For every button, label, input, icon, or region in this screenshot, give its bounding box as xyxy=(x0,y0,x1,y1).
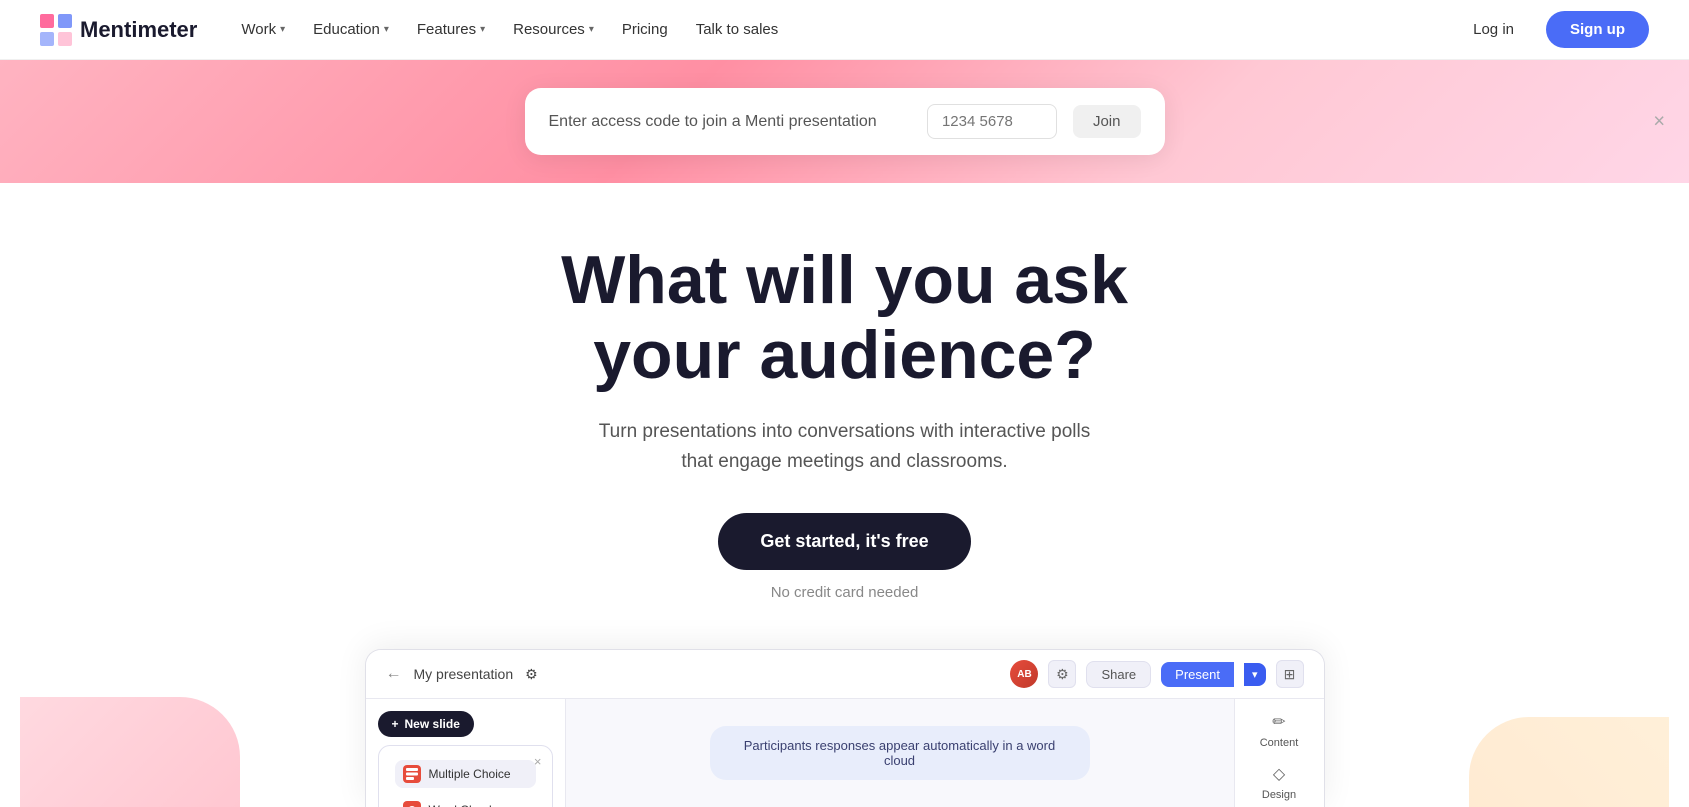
join-banner: Enter access code to join a Menti presen… xyxy=(0,60,1689,183)
nav-label-work: Work xyxy=(241,21,276,38)
mock-ui-screenshot: ← My presentation ⚙ AB ⚙ Share Present ▾… xyxy=(365,649,1325,807)
pencil-icon: ✏ xyxy=(1268,711,1290,733)
mock-fullscreen-icon-btn[interactable]: ⊞ xyxy=(1276,660,1304,688)
navbar: Mentimeter Work ▾ Education ▾ Features ▾… xyxy=(0,0,1689,60)
slide-type-multiple-choice[interactable]: Multiple Choice xyxy=(395,760,536,788)
mock-content-area: + New slide × Multiple Choice xyxy=(366,699,1324,807)
mock-topbar-left: ← My presentation ⚙ xyxy=(386,665,538,683)
mock-main-canvas: Participants responses appear automatica… xyxy=(566,699,1234,807)
hero-bottom: ← My presentation ⚙ AB ⚙ Share Present ▾… xyxy=(20,649,1669,807)
mock-topbar: ← My presentation ⚙ AB ⚙ Share Present ▾… xyxy=(366,650,1324,699)
word-cloud-icon xyxy=(403,801,421,807)
join-banner-box: Enter access code to join a Menti presen… xyxy=(525,88,1165,155)
nav-item-pricing[interactable]: Pricing xyxy=(610,13,680,46)
logo-icon xyxy=(40,14,72,46)
decorative-blob-left xyxy=(20,697,240,807)
close-banner-button[interactable]: × xyxy=(1653,110,1665,133)
new-slide-button[interactable]: + New slide xyxy=(378,711,474,737)
mock-right-panel: ✏ Content ◇ Design xyxy=(1234,699,1324,807)
mock-present-chevron-button[interactable]: ▾ xyxy=(1244,663,1266,686)
mock-share-button[interactable]: Share xyxy=(1086,661,1151,688)
hero-title: What will you ask your audience? xyxy=(495,243,1195,393)
mock-user-avatar: AB xyxy=(1010,660,1038,688)
nav-label-talk-to-sales: Talk to sales xyxy=(696,21,779,38)
mock-design-panel-item[interactable]: ◇ Design xyxy=(1262,763,1296,801)
navbar-right: Log in Sign up xyxy=(1457,11,1649,48)
decorative-blob-right xyxy=(1469,717,1669,807)
nav-item-work[interactable]: Work ▾ xyxy=(229,13,297,46)
nav-label-education: Education xyxy=(313,21,380,38)
multiple-choice-icon xyxy=(403,765,421,783)
join-banner-label: Enter access code to join a Menti presen… xyxy=(549,113,911,131)
nav-links: Work ▾ Education ▾ Features ▾ Resources … xyxy=(229,13,790,46)
mock-presentation-name: My presentation xyxy=(414,666,514,682)
plus-icon: + xyxy=(392,717,399,731)
nav-label-features: Features xyxy=(417,21,476,38)
design-icon: ◇ xyxy=(1268,763,1290,785)
logo[interactable]: Mentimeter xyxy=(40,14,197,46)
hero-subtitle: Turn presentations into conversations wi… xyxy=(595,417,1095,478)
chevron-down-icon: ▾ xyxy=(480,24,485,35)
signup-button[interactable]: Sign up xyxy=(1546,11,1649,48)
navbar-left: Mentimeter Work ▾ Education ▾ Features ▾… xyxy=(40,13,790,46)
mock-slide-picker: × Multiple Choice Word Cloud xyxy=(378,745,553,807)
slide-picker-close-icon[interactable]: × xyxy=(534,754,542,769)
mock-avatar-initials: AB xyxy=(1017,669,1031,680)
mock-topbar-right: AB ⚙ Share Present ▾ ⊞ xyxy=(1010,660,1303,688)
cta-button[interactable]: Get started, it's free xyxy=(718,513,970,570)
mock-word-cloud-bubble: Participants responses appear automatica… xyxy=(710,726,1090,780)
word-cloud-message: Participants responses appear automatica… xyxy=(744,738,1055,768)
slide-type-word-cloud[interactable]: Word Cloud xyxy=(395,796,536,807)
nav-label-pricing: Pricing xyxy=(622,21,668,38)
nav-item-resources[interactable]: Resources ▾ xyxy=(501,13,606,46)
mock-gear-icon[interactable]: ⚙ xyxy=(525,666,538,683)
nav-label-resources: Resources xyxy=(513,21,585,38)
access-code-input[interactable] xyxy=(927,104,1057,139)
hero-note: No credit card needed xyxy=(771,584,919,601)
nav-item-education[interactable]: Education ▾ xyxy=(301,13,401,46)
hero-section: What will you ask your audience? Turn pr… xyxy=(0,183,1689,807)
multiple-choice-label: Multiple Choice xyxy=(429,767,511,781)
new-slide-label: New slide xyxy=(405,717,460,731)
nav-item-features[interactable]: Features ▾ xyxy=(405,13,497,46)
logo-text: Mentimeter xyxy=(80,17,197,43)
nav-item-talk-to-sales[interactable]: Talk to sales xyxy=(684,13,791,46)
design-panel-label: Design xyxy=(1262,789,1296,801)
chevron-down-icon: ▾ xyxy=(384,24,389,35)
content-panel-label: Content xyxy=(1260,737,1299,749)
mock-sidebar: + New slide × Multiple Choice xyxy=(366,699,566,807)
mock-present-button[interactable]: Present xyxy=(1161,662,1234,687)
join-button[interactable]: Join xyxy=(1073,105,1141,138)
mock-back-icon[interactable]: ← xyxy=(386,665,402,683)
chevron-down-icon: ▾ xyxy=(280,24,285,35)
mock-settings-icon-btn[interactable]: ⚙ xyxy=(1048,660,1076,688)
login-button[interactable]: Log in xyxy=(1457,13,1530,46)
chevron-down-icon: ▾ xyxy=(589,24,594,35)
word-cloud-label: Word Cloud xyxy=(429,803,492,807)
